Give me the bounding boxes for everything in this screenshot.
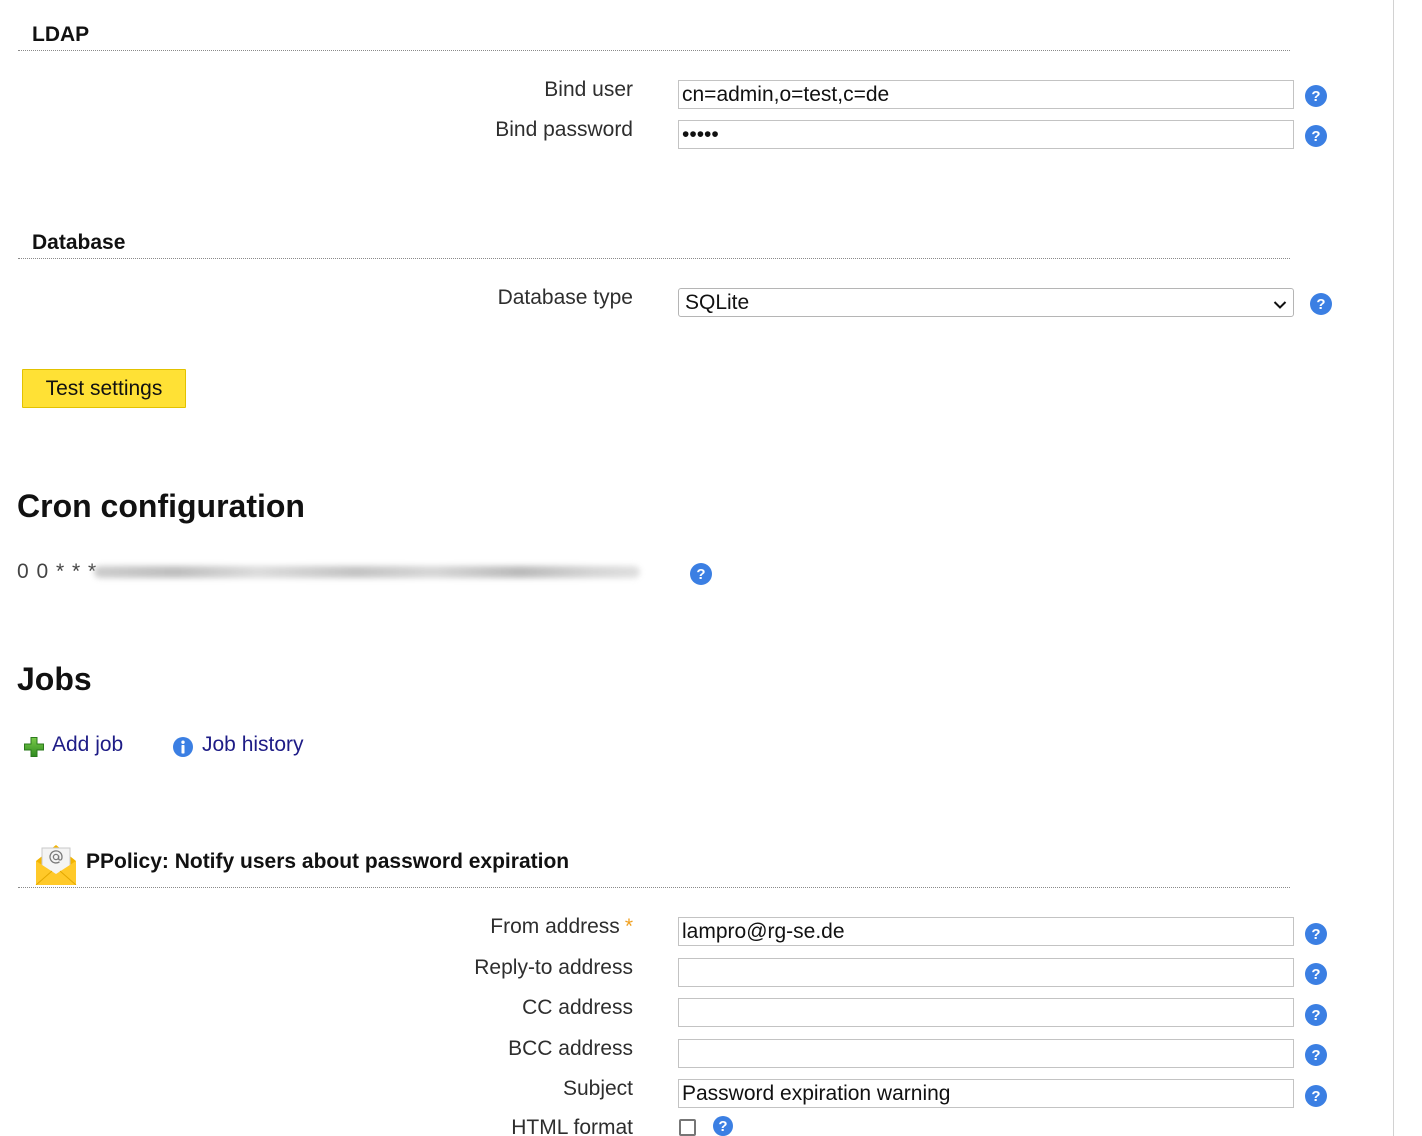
ldap-heading: LDAP bbox=[32, 23, 90, 46]
test-settings-button[interactable]: Test settings bbox=[22, 369, 186, 408]
envelope-icon bbox=[35, 843, 77, 886]
help-icon[interactable] bbox=[713, 1116, 733, 1136]
bind-user-input[interactable] bbox=[678, 80, 1294, 109]
help-icon[interactable] bbox=[1305, 1044, 1327, 1066]
database-type-label: Database type bbox=[497, 286, 633, 309]
bcc-address-label: BCC address bbox=[508, 1037, 633, 1060]
from-address-label-text: From address bbox=[490, 915, 620, 938]
help-icon[interactable] bbox=[1305, 85, 1327, 107]
reply-to-address-label: Reply-to address bbox=[474, 956, 633, 979]
job-history-link[interactable]: Job history bbox=[202, 733, 304, 757]
job-divider bbox=[18, 887, 1290, 888]
redacted-blur bbox=[94, 566, 640, 578]
cc-address-label: CC address bbox=[522, 996, 633, 1019]
job-title: PPolicy: Notify users about password exp… bbox=[86, 850, 570, 873]
info-icon[interactable] bbox=[173, 737, 193, 757]
bind-user-label: Bind user bbox=[544, 78, 633, 101]
cron-expression: 0 0 * * * bbox=[17, 560, 98, 583]
cron-heading: Cron configuration bbox=[17, 488, 305, 524]
subject-input[interactable] bbox=[678, 1079, 1294, 1108]
cc-address-input[interactable] bbox=[678, 998, 1294, 1027]
help-icon[interactable] bbox=[1305, 963, 1327, 985]
add-job-link[interactable]: Add job bbox=[52, 733, 123, 757]
ldap-divider bbox=[18, 50, 1290, 51]
from-address-input[interactable] bbox=[678, 917, 1294, 946]
help-icon[interactable] bbox=[1305, 125, 1327, 147]
content-border bbox=[1393, 0, 1394, 1136]
subject-label: Subject bbox=[562, 1077, 633, 1100]
reply-to-address-input[interactable] bbox=[678, 958, 1294, 987]
help-icon[interactable] bbox=[1305, 923, 1327, 945]
plus-icon[interactable] bbox=[24, 737, 44, 757]
from-address-label: From address * bbox=[0, 915, 633, 939]
bcc-address-input[interactable] bbox=[678, 1039, 1294, 1068]
database-type-select[interactable]: SQLite bbox=[678, 288, 1294, 317]
required-marker: * bbox=[624, 915, 633, 938]
jobs-heading: Jobs bbox=[17, 661, 92, 697]
database-divider bbox=[18, 258, 1290, 259]
help-icon[interactable] bbox=[690, 563, 712, 585]
database-heading: Database bbox=[32, 231, 126, 254]
bind-password-input[interactable] bbox=[678, 120, 1294, 149]
help-icon[interactable] bbox=[1305, 1004, 1327, 1026]
help-icon[interactable] bbox=[1305, 1085, 1327, 1107]
help-icon[interactable] bbox=[1310, 293, 1332, 315]
bind-password-label: Bind password bbox=[495, 118, 633, 141]
html-format-label: HTML format bbox=[511, 1116, 633, 1136]
html-format-checkbox[interactable] bbox=[679, 1119, 696, 1136]
